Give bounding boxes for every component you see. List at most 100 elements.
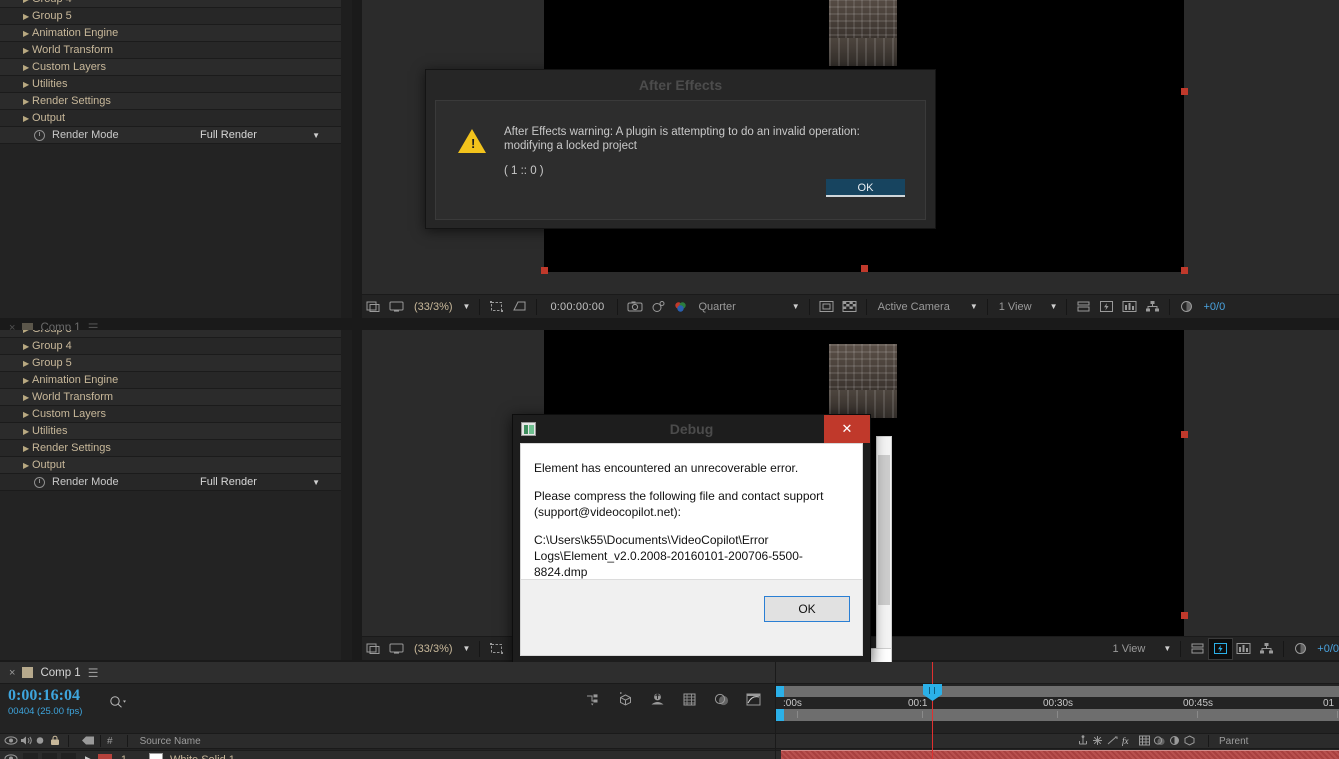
chevron-right-icon[interactable]: ▶: [23, 42, 29, 59]
tree-group-row[interactable]: ▶ Group 5: [0, 355, 352, 372]
fast-preview-icon-lower[interactable]: [1208, 637, 1234, 660]
video-visibility-icon[interactable]: [4, 735, 19, 748]
row-solo-cell[interactable]: [42, 752, 57, 759]
fx-icon[interactable]: fx: [1121, 735, 1138, 748]
monitor-icon-upper[interactable]: [385, 297, 408, 317]
chevron-right-icon[interactable]: ▶: [23, 330, 29, 338]
tree-group-row[interactable]: ▶ Animation Engine: [0, 25, 352, 42]
views-value-lower[interactable]: 1 View: [1107, 643, 1152, 655]
zoom-dropdown-caret-upper[interactable]: ▼: [459, 302, 475, 311]
pixel-aspect-icon-upper[interactable]: [1072, 297, 1095, 317]
chevron-right-icon[interactable]: ▶: [23, 0, 29, 8]
timeline-icon-lower[interactable]: [1232, 639, 1255, 659]
tree-group-row[interactable]: ▶ Output: [0, 457, 352, 474]
effect-controls-panel-upper[interactable]: ▶Group 4▶Group 5▶Animation Engine▶World …: [0, 0, 352, 318]
tree-group-row[interactable]: ▶Group 4: [0, 338, 352, 355]
solo-icon[interactable]: [34, 735, 49, 748]
toggle-transparency-grid-icon-upper[interactable]: [838, 297, 861, 317]
debug-dialog-titlebar[interactable]: Debug ✕: [513, 415, 870, 443]
selection-handle-right-bottom-lower[interactable]: [1181, 612, 1188, 619]
viewer-timecode-upper[interactable]: 0:00:00:00: [542, 301, 612, 313]
ae-dialog-ok-button[interactable]: OK: [826, 179, 905, 197]
row-lock-cell[interactable]: [61, 752, 76, 759]
row-source-name[interactable]: White Solid 1: [170, 754, 235, 759]
row-expand-triangle-icon[interactable]: ▶: [85, 754, 92, 759]
chevron-right-icon[interactable]: ▶: [23, 389, 29, 406]
effect-controls-panel-lower[interactable]: ▶Group 3▶Group 4▶Group 5▶Animation Engin…: [0, 330, 352, 660]
views-value-upper[interactable]: 1 View: [993, 301, 1038, 313]
tree-group-row[interactable]: ▶ Group 5: [0, 8, 352, 25]
chevron-right-icon[interactable]: ▶: [23, 457, 29, 474]
selection-handle-right-bottom[interactable]: [1181, 267, 1188, 274]
after-effects-warning-dialog[interactable]: After Effects ! After Effects warning: A…: [425, 69, 936, 229]
pixel-aspect-icon-lower[interactable]: [1186, 639, 1209, 659]
composition-mini-flowchart-icon[interactable]: [585, 692, 600, 706]
views-caret-lower[interactable]: ▼: [1159, 644, 1175, 653]
tree-property-row[interactable]: Render Mode Full Render ▼: [0, 127, 352, 144]
viewer-toolbar-upper[interactable]: (33/3%) ▼ 0:00:00:00 Quarter ▼ Active Ca…: [362, 294, 1339, 318]
chevron-down-icon[interactable]: ▼: [312, 474, 320, 491]
always-preview-icon-lower[interactable]: [362, 639, 385, 659]
label-icon[interactable]: [81, 735, 96, 748]
effect-controls-tree-upper[interactable]: ▶Group 4▶Group 5▶Animation Engine▶World …: [0, 0, 352, 144]
stopwatch-icon[interactable]: [34, 477, 45, 488]
row-audio-cell[interactable]: [23, 752, 38, 759]
timeline-comp-tab[interactable]: × Comp 1 ☰: [0, 662, 1339, 684]
chevron-right-icon[interactable]: ▶: [23, 25, 29, 42]
close-icon[interactable]: ✕: [824, 415, 870, 443]
audio-icon[interactable]: [19, 735, 34, 748]
adjustment-layer-icon[interactable]: [1168, 735, 1183, 748]
transparency-grid-icon-upper[interactable]: [508, 297, 531, 317]
effect-controls-scrollbar-upper[interactable]: [341, 0, 352, 318]
tab-close-icon[interactable]: ×: [9, 667, 15, 679]
region-of-interest-icon-lower[interactable]: [485, 639, 508, 659]
search-icon[interactable]: [108, 695, 126, 708]
chevron-right-icon[interactable]: ▶: [23, 76, 29, 93]
stopwatch-icon[interactable]: [34, 130, 45, 141]
chevron-right-icon[interactable]: ▶: [23, 338, 29, 355]
viewer-toolbar-lower-right[interactable]: 1 View ▼ +0/0: [887, 636, 1339, 660]
exposure-icon-upper[interactable]: [1175, 297, 1198, 317]
column-header-parent[interactable]: Parent: [1219, 736, 1339, 747]
chevron-right-icon[interactable]: ▶: [23, 372, 29, 389]
column-header-number[interactable]: #: [107, 736, 113, 747]
panel-menu-icon[interactable]: ☰: [88, 666, 99, 680]
selection-handle-bottom[interactable]: [861, 265, 868, 272]
tree-group-row[interactable]: ▶ Utilities: [0, 423, 352, 440]
channel-icon-upper[interactable]: [669, 297, 692, 317]
render-mode-value[interactable]: Full Render ▼: [200, 474, 328, 491]
graph-editor-icon[interactable]: [745, 692, 761, 706]
column-header-source-name[interactable]: Source Name: [140, 736, 201, 747]
show-snapshot-icon-upper[interactable]: [646, 297, 669, 317]
comp-flowchart-icon-upper[interactable]: [1141, 297, 1164, 317]
tree-group-row[interactable]: ▶ World Transform: [0, 389, 352, 406]
chevron-right-icon[interactable]: ▶: [23, 440, 29, 457]
work-area-bar[interactable]: [775, 686, 1339, 697]
tree-group-row[interactable]: ▶ Utilities: [0, 76, 352, 93]
zoom-dropdown-caret-lower[interactable]: ▼: [459, 644, 475, 653]
background-window-scrollbar[interactable]: [876, 436, 892, 668]
timeline-icon-upper[interactable]: [1118, 297, 1141, 317]
frame-blend-col-icon[interactable]: [1138, 735, 1153, 748]
chevron-right-icon[interactable]: ▶: [23, 59, 29, 76]
tree-property-row[interactable]: Render Mode Full Render ▼: [0, 474, 352, 491]
motion-blur-col-icon[interactable]: [1153, 735, 1168, 748]
selection-handle-left[interactable]: [541, 267, 548, 274]
timeline-panel[interactable]: × Comp 1 ☰ 0:00:16:04 00404 (25.00 fps): [0, 662, 1339, 759]
chevron-right-icon[interactable]: ▶: [23, 423, 29, 440]
tree-group-row[interactable]: ▶ Custom Layers: [0, 406, 352, 423]
always-preview-icon-upper[interactable]: [362, 297, 385, 317]
mask-icon[interactable]: [1091, 735, 1106, 748]
camera-value-upper[interactable]: Active Camera: [872, 301, 956, 313]
views-caret-upper[interactable]: ▼: [1046, 302, 1062, 311]
search-input[interactable]: [108, 695, 126, 711]
hide-shy-layers-icon[interactable]: [649, 692, 664, 705]
chevron-down-icon[interactable]: ▼: [312, 127, 320, 144]
current-time-display[interactable]: 0:00:16:04: [8, 687, 80, 705]
camera-caret-upper[interactable]: ▼: [966, 302, 982, 311]
frame-blending-icon[interactable]: [681, 692, 696, 706]
zoom-level-lower[interactable]: (33/3%): [408, 643, 459, 655]
debug-error-dialog[interactable]: Debug ✕ Element has encountered an unrec…: [512, 414, 871, 664]
region-of-interest-icon-upper[interactable]: [485, 297, 508, 317]
zoom-level-upper[interactable]: (33/3%): [408, 301, 459, 313]
